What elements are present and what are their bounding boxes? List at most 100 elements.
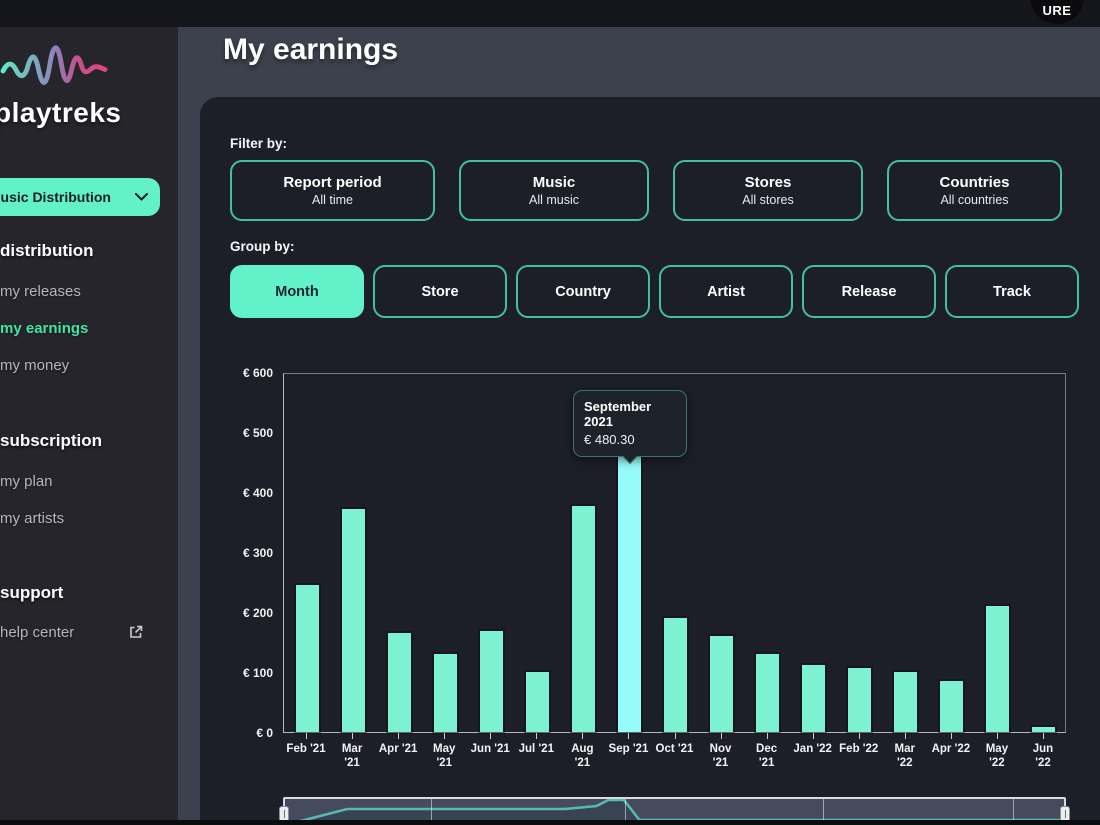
x-axis: Feb '21 Mar '21 Apr '21 May '21 Jun '21 Jul '… [283, 733, 1066, 777]
bar-jul-21[interactable] [525, 672, 549, 732]
y-axis-tick-label: € 0 [256, 726, 273, 740]
bar-jun-21[interactable] [479, 631, 503, 732]
brand-name: playtreks [0, 97, 122, 128]
bar-sep-21[interactable] [617, 443, 641, 732]
filter-report-period-button[interactable]: Report period All time [230, 160, 435, 221]
chevron-down-icon [135, 193, 148, 201]
x-axis-tick-mark [996, 733, 998, 739]
x-axis-tick-mark [720, 733, 722, 739]
earnings-card: Filter by: Report period All time Music … [200, 97, 1100, 825]
x-axis-tick-mark [444, 733, 446, 739]
product-selector-label: Music Distribution [0, 189, 111, 205]
bar-apr-22[interactable] [940, 681, 964, 732]
plot-area: September 2021 € 480.30 [283, 373, 1066, 733]
filter-title: Report period [283, 174, 382, 191]
x-axis-tick-label: Oct '21 [655, 743, 694, 755]
tooltip-title: September 2021 [584, 399, 652, 429]
x-axis-tick-mark [398, 733, 400, 739]
bar-feb-21[interactable] [295, 585, 319, 732]
filter-subtitle: All stores [742, 193, 794, 207]
x-axis-tick-label: Jun '21 [470, 743, 510, 755]
sidebar-item-my-artists[interactable]: my artists [0, 510, 64, 527]
sidebar-item-my-money[interactable]: my money [0, 357, 69, 374]
page-title: My earnings [223, 33, 399, 66]
filter-subtitle: All countries [940, 193, 1009, 207]
sidebar-heading-subscription: subscription [0, 431, 103, 450]
chart-tooltip: September 2021 € 480.30 [573, 390, 687, 465]
filter-title: Stores [744, 174, 792, 191]
group-release-button[interactable]: Release [802, 265, 936, 318]
x-axis-tick-label: Mar '21 [341, 743, 363, 770]
bar-may-21[interactable] [433, 654, 457, 732]
x-axis-tick-mark [950, 733, 952, 739]
x-axis-tick-mark [674, 733, 676, 739]
x-axis-tick-mark [536, 733, 538, 739]
group-artist-button[interactable]: Artist [659, 265, 793, 318]
filter-music-button[interactable]: Music All music [459, 160, 649, 221]
avatar-text: URE [1042, 3, 1072, 18]
x-axis-tick-mark [352, 733, 354, 739]
top-bar: URE [0, 0, 1100, 27]
y-axis-tick-label: € 300 [242, 546, 273, 560]
tooltip-value: € 480.30 [584, 432, 635, 447]
x-axis-tick-label: Jan '22 [793, 743, 832, 755]
filter-by-label: Filter by: [230, 136, 288, 151]
bar-feb-22[interactable] [848, 667, 872, 732]
group-month-button[interactable]: Month [230, 265, 364, 318]
bar-jan-22[interactable] [802, 664, 826, 732]
x-axis-tick-label: Apr '21 [378, 743, 418, 755]
x-axis-tick-label: May '21 [433, 743, 456, 770]
y-axis-tick-label: € 400 [242, 486, 273, 500]
x-axis-tick-mark [490, 733, 492, 739]
x-axis-tick-label: Nov '21 [709, 743, 732, 770]
group-track-button[interactable]: Track [945, 265, 1079, 318]
filter-subtitle: All music [528, 193, 579, 207]
y-axis-tick-label: € 100 [242, 666, 273, 680]
y-axis-tick-label: € 200 [242, 606, 273, 620]
bar-dec-21[interactable] [756, 654, 780, 732]
bar-may-22[interactable] [986, 606, 1010, 732]
x-axis-tick-label: Aug '21 [571, 743, 594, 770]
bar-mar-21[interactable] [341, 508, 365, 732]
y-axis-tick-label: € 600 [242, 366, 273, 380]
bar-nov-21[interactable] [710, 636, 734, 732]
bar-mar-22[interactable] [894, 672, 918, 732]
sidebar: playtreks Music Distribution distributio… [0, 0, 178, 825]
x-axis-tick-label: Jul '21 [518, 743, 554, 755]
bar-apr-21[interactable] [387, 633, 411, 732]
filter-countries-button[interactable]: Countries All countries [887, 160, 1062, 221]
x-axis-tick-mark [1042, 733, 1044, 739]
group-country-button[interactable]: Country [516, 265, 650, 318]
external-link-icon[interactable] [128, 624, 144, 640]
bottom-edge [0, 820, 1100, 825]
y-axis-tick-label: € 500 [242, 426, 273, 440]
y-axis: € 600 € 500 € 400 € 300 € 200 € 100 € 0 [200, 366, 273, 740]
x-axis-tick-mark [904, 733, 906, 739]
avatar[interactable]: URE [1030, 0, 1084, 24]
bar-aug-21[interactable] [571, 505, 595, 732]
filter-title: Music [532, 174, 576, 191]
group-store-button[interactable]: Store [373, 265, 507, 318]
group-by-row: Month Store Country Artist Release Track [230, 265, 1079, 318]
filter-title: Countries [939, 174, 1010, 191]
bar-jun-22[interactable] [1032, 727, 1056, 732]
sidebar-heading-distribution: distribution [0, 241, 94, 260]
bar-oct-21[interactable] [664, 618, 687, 732]
x-axis-tick-label: May '22 [985, 743, 1009, 770]
sidebar-item-my-releases[interactable]: my releases [0, 283, 81, 300]
product-selector-dropdown[interactable]: Music Distribution [0, 178, 160, 216]
x-axis-tick-label: Feb '22 [839, 743, 879, 755]
x-axis-tick-mark [858, 733, 860, 739]
x-axis-tick-mark [306, 733, 308, 739]
x-axis-tick-label: Jun '22 [1032, 743, 1054, 770]
x-axis-tick-label: Mar '22 [894, 743, 916, 770]
x-axis-tick-label: Sep '21 [608, 743, 649, 755]
sidebar-item-help-center[interactable]: help center [0, 624, 74, 641]
playtreks-logo-waveform-icon [0, 45, 108, 85]
sidebar-item-my-plan[interactable]: my plan [0, 473, 53, 490]
sidebar-item-my-earnings[interactable]: my earnings [0, 320, 88, 337]
x-axis-tick-mark [766, 733, 768, 739]
x-axis-tick-label: Apr '22 [931, 743, 971, 755]
filter-stores-button[interactable]: Stores All stores [673, 160, 863, 221]
x-axis-tick-mark [628, 733, 630, 739]
